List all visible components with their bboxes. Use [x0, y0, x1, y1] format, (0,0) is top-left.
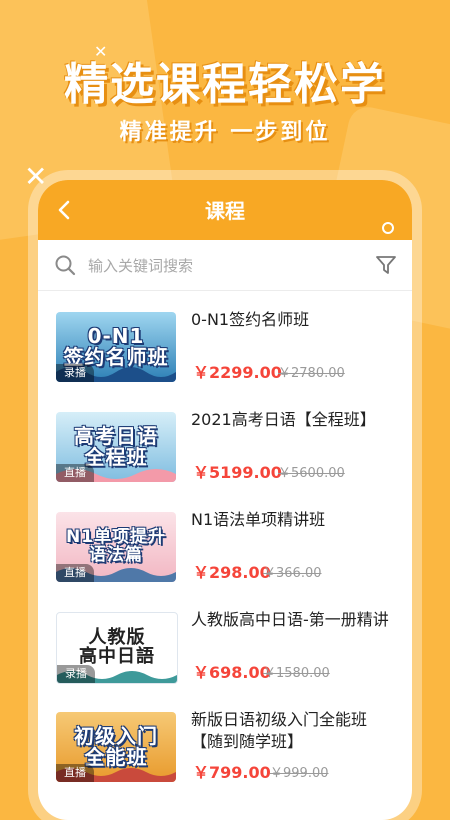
course-type-badge: 直播: [56, 464, 94, 482]
course-price: ￥698.00: [193, 663, 271, 682]
course-title[interactable]: 2021高考日语【全程班】: [191, 409, 396, 431]
page-title: 课程: [205, 199, 245, 223]
filter-icon[interactable]: [374, 253, 398, 277]
course-title[interactable]: 人教版高中日语-第一册精讲: [191, 609, 396, 631]
circle-icon: [382, 222, 394, 234]
thumbnail-text: 初级入门 全能班: [74, 724, 158, 769]
course-thumbnail[interactable]: 0-N1 签约名师班 录播: [56, 312, 176, 382]
course-type-badge: 录播: [57, 665, 95, 683]
app-bar: 课程: [38, 180, 412, 240]
thumbnail-text: N1单项提升 语法篇: [65, 527, 167, 565]
phone-frame: 课程 0-N1 签约名师班 录播 0-N1签约名师班 ￥2299.00 ￥278…: [38, 180, 412, 820]
course-item[interactable]: N1单项提升 语法篇 直播 N1语法单项精讲班 ￥298.00 ￥366.00: [38, 505, 412, 605]
course-original-price: ￥366.00: [263, 566, 322, 581]
course-price: ￥799.00: [193, 763, 271, 782]
course-item[interactable]: 初级入门 全能班 直播 新版日语初级入门全能班【随到随学班】 ￥799.00 ￥…: [38, 705, 412, 805]
course-thumbnail[interactable]: 初级入门 全能班 直播: [56, 712, 176, 782]
thumbnail-text: 0-N1 签约名师班: [63, 324, 169, 369]
course-type-badge: 录播: [56, 364, 94, 382]
course-price: ￥2299.00: [193, 363, 282, 382]
course-price: ￥5199.00: [193, 463, 282, 482]
course-thumbnail[interactable]: N1单项提升 语法篇 直播: [56, 512, 176, 582]
course-original-price: ￥5600.00: [278, 466, 345, 481]
course-list: 0-N1 签约名师班 录播 0-N1签约名师班 ￥2299.00 ￥2780.0…: [38, 291, 412, 805]
course-thumbnail[interactable]: 高考日语 全程班 直播: [56, 412, 176, 482]
course-title[interactable]: 新版日语初级入门全能班【随到随学班】: [191, 709, 396, 753]
course-original-price: ￥1580.00: [263, 666, 330, 681]
course-title[interactable]: N1语法单项精讲班: [191, 509, 396, 531]
course-type-badge: 直播: [56, 764, 94, 782]
thumbnail-text: 高考日语 全程班: [74, 424, 158, 469]
course-item[interactable]: 0-N1 签约名师班 录播 0-N1签约名师班 ￥2299.00 ￥2780.0…: [38, 305, 412, 405]
search-icon[interactable]: [54, 254, 76, 276]
course-item[interactable]: 人教版 高中日語 录播 人教版高中日语-第一册精讲 ￥698.00 ￥1580.…: [38, 605, 412, 705]
course-original-price: ￥999.00: [270, 766, 329, 781]
course-item[interactable]: 高考日语 全程班 直播 2021高考日语【全程班】 ￥5199.00 ￥5600…: [38, 405, 412, 505]
thumbnail-text: 人教版 高中日語: [79, 627, 155, 667]
course-price: ￥298.00: [193, 563, 271, 582]
course-title[interactable]: 0-N1签约名师班: [191, 309, 396, 331]
search-bar: [38, 240, 412, 291]
search-input[interactable]: [86, 250, 360, 282]
hero-subtitle: 精准提升 一步到位: [119, 120, 331, 145]
course-thumbnail[interactable]: 人教版 高中日語 录播: [56, 612, 178, 684]
course-type-badge: 直播: [56, 564, 94, 582]
hero-title: 精选课程轻松学: [64, 59, 386, 110]
course-original-price: ￥2780.00: [278, 366, 345, 381]
